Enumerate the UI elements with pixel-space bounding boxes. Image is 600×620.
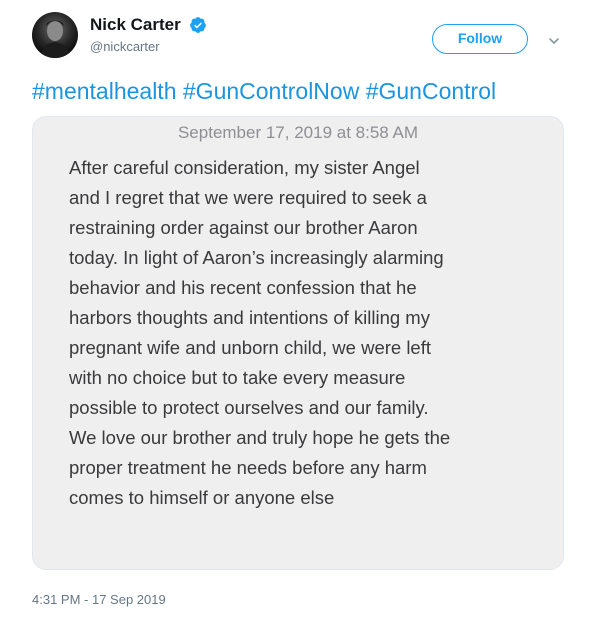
tweet-text: #mentalhealth #GunControlNow #GunControl [32, 78, 572, 105]
note-line: comes to himself or anyone else [69, 487, 335, 508]
author-handle[interactable]: @nickcarter [90, 39, 207, 54]
chevron-down-icon[interactable] [548, 34, 560, 46]
follow-button[interactable]: Follow [432, 24, 528, 54]
note-line: today. In light of Aaron’s increasingly … [69, 247, 444, 268]
note-date: September 17, 2019 at 8:58 AM [177, 123, 419, 142]
note-line: behavior and his recent confession that … [69, 277, 417, 298]
note-line: possible to protect ourselves and our fa… [69, 397, 429, 418]
tweet-header: Nick Carter @nickcarter Follow [32, 12, 572, 68]
note-line: After careful consideration, my sister A… [69, 157, 420, 178]
avatar-photo-icon [40, 20, 70, 58]
note-body: After careful consideration, my sister A… [69, 153, 539, 513]
author-block: Nick Carter @nickcarter [90, 15, 207, 54]
tweet-timestamp[interactable]: 4:31 PM - 17 Sep 2019 [32, 592, 166, 607]
verified-badge-icon [189, 16, 207, 34]
note-line: proper treatment he needs before any har… [69, 457, 427, 478]
note-line: harbors thoughts and intentions of killi… [69, 307, 430, 328]
note-line: We love our brother and truly hope he ge… [69, 427, 451, 448]
note-line: pregnant wife and unborn child, we were … [69, 337, 431, 358]
note-line: restraining order against our brother Aa… [69, 217, 418, 238]
hashtag-guncontrol[interactable]: #GunControl [366, 78, 496, 104]
author-name[interactable]: Nick Carter [90, 15, 181, 35]
note-line: and I regret that we were required to se… [69, 187, 427, 208]
avatar[interactable] [32, 12, 78, 58]
hashtag-mentalhealth[interactable]: #mentalhealth [32, 78, 177, 104]
hashtag-guncontrolnow[interactable]: #GunControlNow [183, 78, 359, 104]
attached-image[interactable]: September 17, 2019 at 8:58 AM After care… [32, 116, 564, 570]
note-line: with no choice but to take every measure [69, 367, 406, 388]
